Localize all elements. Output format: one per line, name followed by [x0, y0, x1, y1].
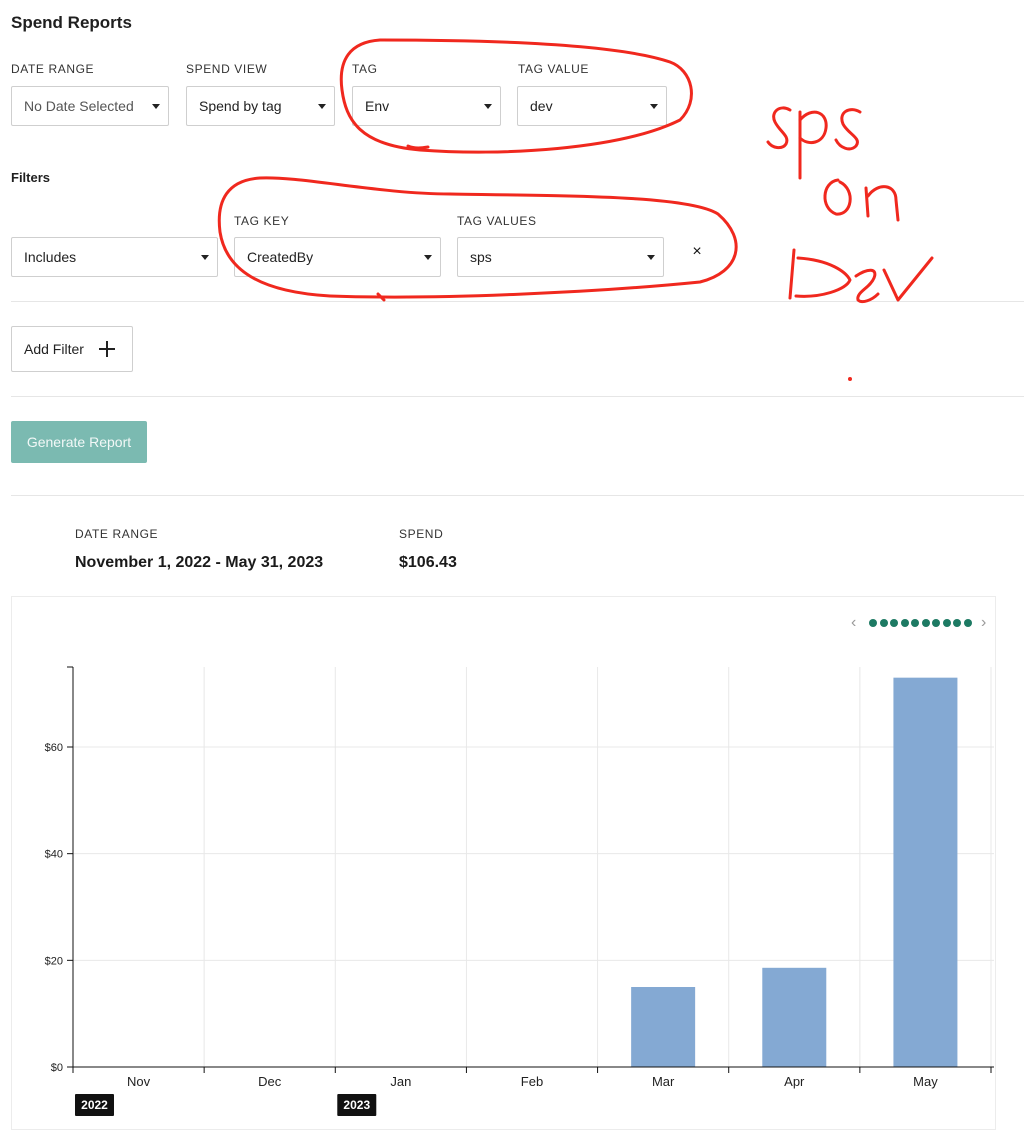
x-tick-label: May	[913, 1074, 938, 1089]
chart-bar	[762, 967, 827, 1067]
year-badge-label: 2022	[81, 1098, 108, 1112]
y-tick-label: $60	[45, 742, 63, 754]
chart-bar	[631, 987, 696, 1067]
x-tick-label: Apr	[784, 1074, 805, 1089]
y-tick-label: $0	[51, 1062, 63, 1074]
x-tick-label: Nov	[127, 1074, 151, 1089]
y-tick-label: $20	[45, 955, 63, 967]
y-tick-label: $40	[45, 849, 63, 861]
x-tick-label: Feb	[521, 1074, 543, 1089]
spend-bar-chart: $0 $20 $40 $60 Nov Dec Jan Feb Mar Apr May 2022 2023	[45, 666, 994, 1116]
x-tick-label: Mar	[652, 1074, 675, 1089]
chart-bar	[893, 677, 958, 1067]
x-tick-label: Dec	[258, 1074, 282, 1089]
year-badge-label: 2023	[343, 1098, 370, 1112]
x-tick-label: Jan	[390, 1074, 411, 1089]
